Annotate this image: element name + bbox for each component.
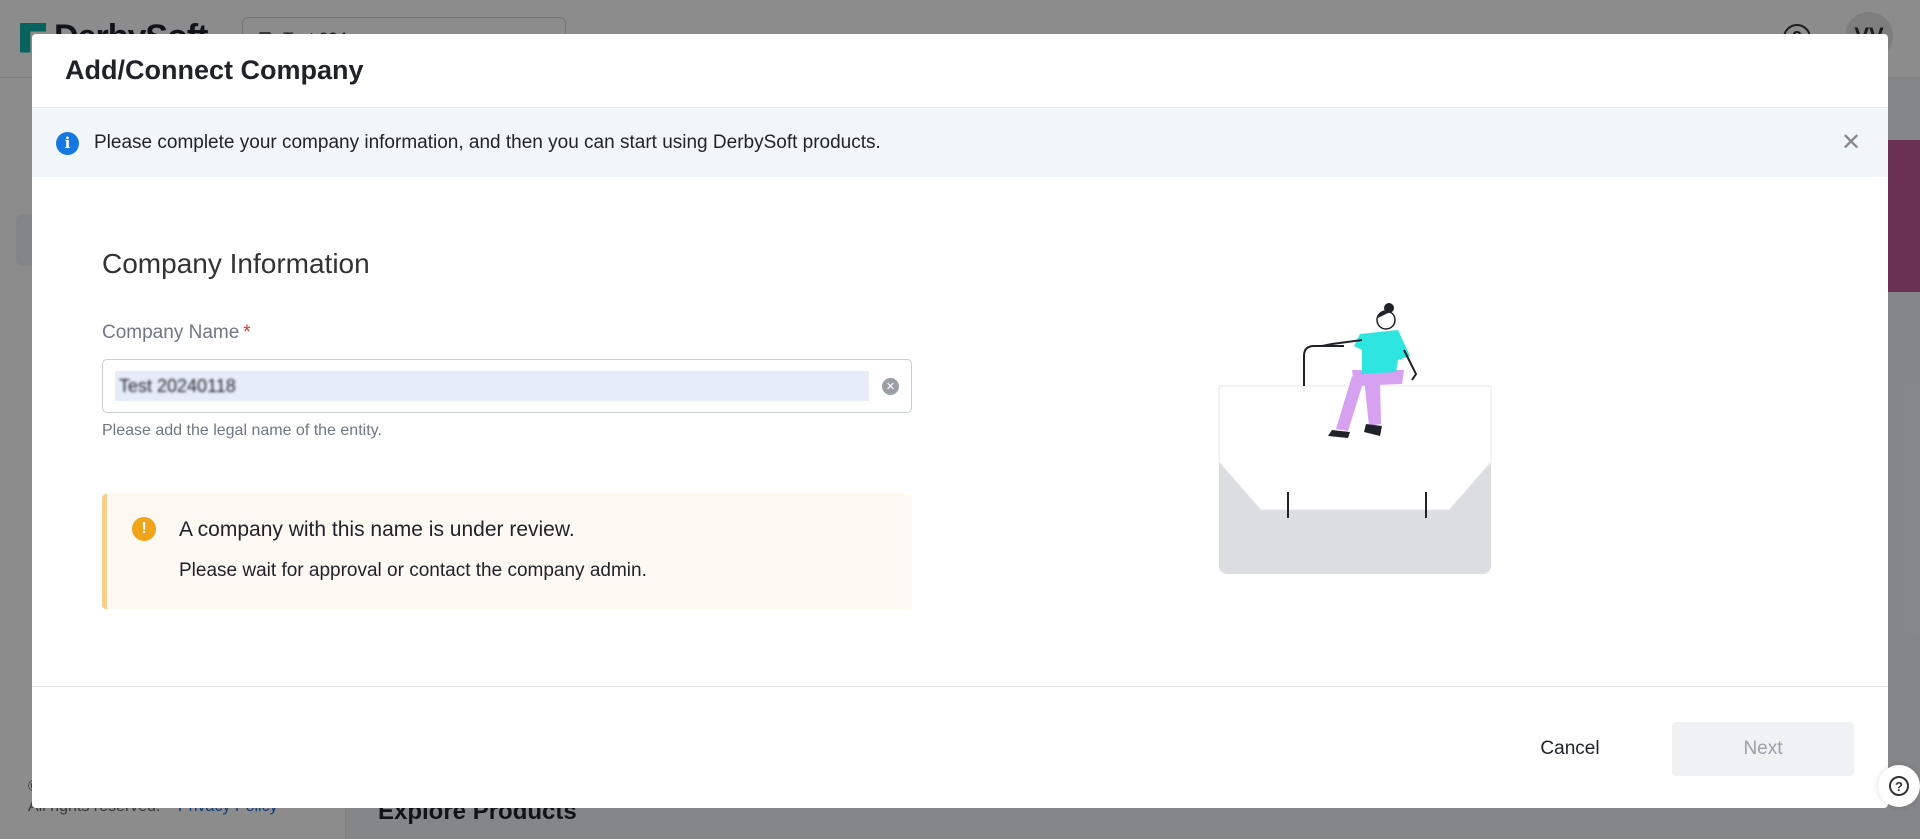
company-name-value[interactable]: Test 20240118 <box>115 371 869 401</box>
company-name-text: Test 20240118 <box>119 375 236 396</box>
help-icon: ? <box>1889 776 1909 796</box>
company-name-input[interactable]: Test 20240118 ✕ <box>102 359 912 413</box>
info-icon: i <box>56 131 79 155</box>
briefcase-illustration <box>1218 303 1492 574</box>
next-button[interactable]: Next <box>1672 722 1854 776</box>
close-icon[interactable]: ✕ <box>1838 130 1864 156</box>
add-company-modal: Add/Connect Company i Please complete yo… <box>32 34 1888 808</box>
company-name-help: Please add the legal name of the entity. <box>102 422 382 439</box>
modal-title: Add/Connect Company <box>65 55 364 85</box>
warning-title: A company with this name is under review… <box>179 518 575 541</box>
info-message: Please complete your company information… <box>94 132 881 153</box>
clear-icon[interactable]: ✕ <box>882 377 899 395</box>
warning-icon: ! <box>132 517 156 541</box>
warning-text: Please wait for approval or contact the … <box>179 560 647 581</box>
warning-alert: ! A company with this name is under revi… <box>102 494 912 609</box>
modal-header: Add/Connect Company <box>32 34 1888 108</box>
info-banner: i Please complete your company informati… <box>32 109 1888 177</box>
modal-footer: Cancel Next <box>32 686 1888 808</box>
cancel-button[interactable]: Cancel <box>1503 722 1637 776</box>
company-name-label-text: Company Name <box>102 322 240 343</box>
section-title: Company Information <box>102 248 370 279</box>
floating-help-button[interactable]: ? <box>1878 765 1920 807</box>
required-mark: * <box>243 322 251 343</box>
company-name-label: Company Name * <box>102 322 251 344</box>
